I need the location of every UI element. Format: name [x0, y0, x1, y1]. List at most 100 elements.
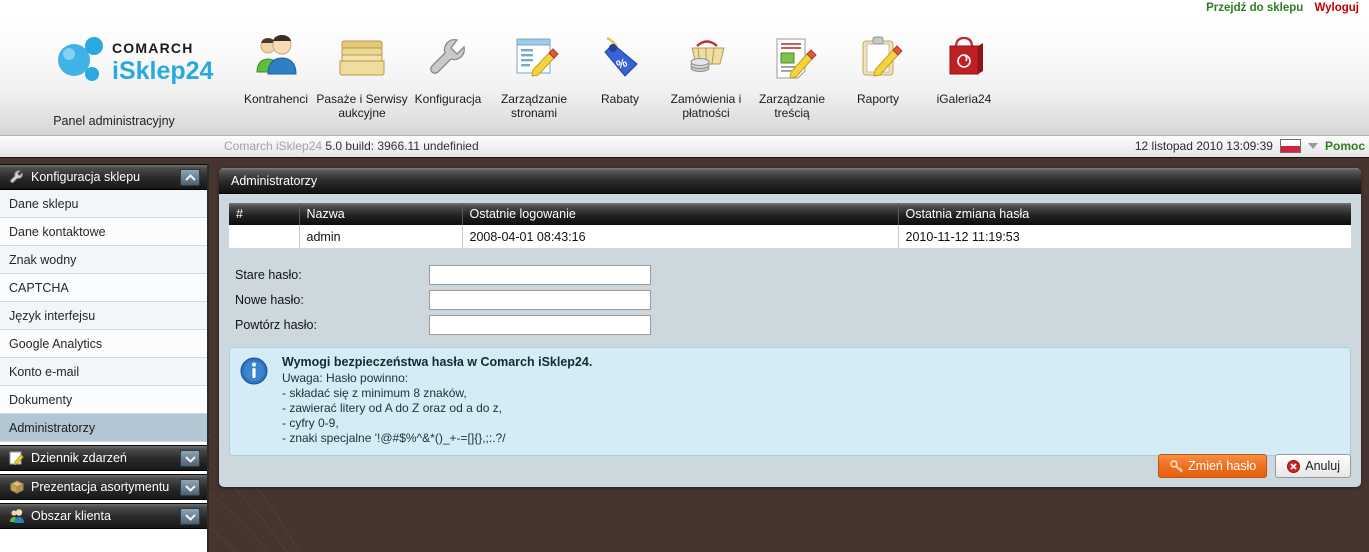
toolbar-item-zarzadzanie-trescia[interactable]: Zarządzanie treścią — [744, 28, 840, 120]
status-bar: Comarch iSklep24 5.0 build: 3966.11 unde… — [0, 136, 1369, 158]
current-datetime: 12 listopad 2010 13:09:39 — [1134, 139, 1273, 153]
users-icon — [6, 506, 28, 526]
sidebar-item-znak-wodny[interactable]: Znak wodny — [0, 246, 207, 274]
sidebar-item-label: Dane sklepu — [9, 197, 79, 211]
users-icon — [228, 28, 324, 86]
column-header-last-login[interactable]: Ostatnie logowanie — [462, 203, 899, 225]
sidebar-item-label: Konto e-mail — [9, 365, 80, 379]
column-header-name[interactable]: Nazwa — [299, 203, 463, 225]
discount-tag-icon: % — [572, 28, 668, 86]
cancel-button[interactable]: Anuluj — [1275, 454, 1351, 478]
toolbar-item-raporty[interactable]: Raporty — [830, 28, 926, 106]
form-row-repeat-password: Powtórz hasło: — [229, 312, 1351, 337]
app-name-label: Comarch iSklep24 — [224, 139, 323, 153]
top-utility-bar: Przejdź do sklepu Wyloguj — [0, 0, 1369, 18]
info-line-0: Uwaga: Hasło powinno: — [282, 371, 409, 385]
change-password-form: Stare hasło: Nowe hasło: Powtórz hasło: — [229, 262, 1351, 337]
basket-coins-icon — [658, 28, 754, 86]
app-version-info: Comarch iSklep24 5.0 build: 3966.11 unde… — [224, 139, 479, 153]
panel-action-buttons: Zmień hasło Anuluj — [1158, 454, 1351, 478]
sidebar-group-label: Konfiguracja sklepu — [31, 170, 141, 184]
toolbar-item-kontrahenci[interactable]: Kontrahenci — [228, 28, 324, 106]
status-right-group: 12 listopad 2010 13:09:39 Pomoc — [1135, 139, 1365, 153]
expand-icon[interactable] — [180, 450, 200, 467]
sidebar-item-label: Administratorzy — [9, 421, 96, 435]
old-password-input[interactable] — [429, 264, 651, 285]
table-header-row: # Nazwa Ostatnie logowanie Ostatnia zmia… — [229, 203, 1351, 225]
toolbar-item-pasaze-i-serwisy-aukcyjne[interactable]: Pasaże i Serwisy aukcyjne — [314, 28, 410, 120]
repeat-password-input[interactable] — [429, 314, 651, 335]
sidebar-item-captcha[interactable]: CAPTCHA — [0, 274, 207, 302]
sidebar-item-jezyk-interfejsu[interactable]: Język interfejsu — [0, 302, 207, 330]
app-header: COMARCH iSklep24 Panel administracyjny K… — [0, 18, 1369, 136]
toolbar-label: Zamówienia i płatności — [670, 92, 742, 120]
sidebar-group-obszar-klienta[interactable]: Obszar klienta — [0, 503, 207, 529]
panel-body: # Nazwa Ostatnie logowanie Ostatnia zmia… — [219, 194, 1361, 466]
column-header-last-password-change[interactable]: Ostatnia zmiana hasła — [898, 203, 1351, 225]
password-requirements-infobox: Wymogi bezpieczeństwa hasła w Comarch iS… — [229, 347, 1351, 456]
content-edit-icon — [744, 28, 840, 86]
administrators-table: # Nazwa Ostatnie logowanie Ostatnia zmia… — [229, 203, 1351, 248]
info-line-4: - znaki specjalne '!@#$%^&*()_+-=[]{},;:… — [282, 431, 506, 445]
sidebar-item-konto-e-mail[interactable]: Konto e-mail — [0, 358, 207, 386]
change-password-button-label: Zmień hasło — [1188, 459, 1257, 473]
page-title: Administratorzy — [219, 168, 1361, 194]
cell-last-login: 2008-04-01 08:43:16 — [462, 225, 899, 248]
toolbar-item-igaleria24[interactable]: iGaleria24 — [916, 28, 1012, 106]
expand-icon[interactable] — [180, 479, 200, 496]
cancel-icon — [1286, 459, 1300, 473]
form-row-old-password: Stare hasło: — [229, 262, 1351, 287]
sidebar-item-dane-kontaktowe[interactable]: Dane kontaktowe — [0, 218, 207, 246]
sidebar-item-dane-sklepu[interactable]: Dane sklepu — [0, 190, 207, 218]
sidebar-navigation: Konfiguracja sklepu Dane sklepu Dane kon… — [0, 164, 209, 552]
panel-subtitle: Panel administracyjny — [53, 114, 175, 128]
table-row[interactable]: admin 2008-04-01 08:43:16 2010-11-12 11:… — [229, 225, 1351, 248]
toolbar-label: Kontrahenci — [243, 92, 309, 106]
app-version-label: 5.0 build: 3966.11 undefinied — [325, 139, 479, 153]
new-password-label: Nowe hasło: — [235, 292, 304, 307]
repeat-password-label: Powtórz hasło: — [235, 317, 317, 332]
cell-index — [229, 225, 300, 248]
toolbar-label: Rabaty — [600, 92, 640, 106]
info-line-1: - składać się z minimum 8 znaków, — [282, 386, 467, 400]
expand-icon[interactable] — [180, 508, 200, 525]
key-icon — [1169, 459, 1183, 473]
new-password-input[interactable] — [429, 289, 651, 310]
sidebar-group-label: Prezentacja asortymentu — [31, 480, 170, 494]
sidebar-item-label: Język interfejsu — [9, 309, 96, 323]
toolbar-item-zarzadzanie-stronami[interactable]: Zarządzanie stronami — [486, 28, 582, 120]
sidebar-item-label: Dane kontaktowe — [9, 225, 106, 239]
logout-link[interactable]: Wyloguj — [1310, 2, 1363, 14]
notepad-icon — [6, 448, 28, 468]
folders-icon — [314, 28, 410, 86]
go-to-shop-link[interactable]: Przejdź do sklepu — [1202, 2, 1307, 14]
sidebar-item-dokumenty[interactable]: Dokumenty — [0, 386, 207, 414]
poland-flag-icon[interactable] — [1279, 139, 1301, 153]
sidebar-item-google-analytics[interactable]: Google Analytics — [0, 330, 207, 358]
change-password-button[interactable]: Zmień hasło — [1158, 454, 1268, 478]
sidebar-group-dziennik-zdarzen[interactable]: Dziennik zdarzeń — [0, 445, 207, 471]
cancel-button-label: Anuluj — [1305, 459, 1340, 473]
sidebar-item-label: Dokumenty — [9, 393, 73, 407]
sidebar-group-konfiguracja-sklepu[interactable]: Konfiguracja sklepu — [0, 164, 207, 190]
info-icon — [240, 355, 270, 446]
chevron-down-icon[interactable] — [1307, 143, 1318, 149]
old-password-label: Stare hasło: — [235, 267, 302, 282]
collapse-icon[interactable] — [180, 169, 200, 186]
administrators-panel: Administratorzy # Nazwa Ostatnie logowan… — [219, 168, 1361, 487]
column-header-index[interactable]: # — [229, 203, 300, 225]
wrench-icon — [6, 167, 28, 187]
toolbar-item-zamowienia-i-platnosci[interactable]: Zamówienia i płatności — [658, 28, 754, 120]
sidebar-item-label: Znak wodny — [9, 253, 77, 267]
svg-text:COMARCH: COMARCH — [112, 40, 194, 56]
toolbar-label: iGaleria24 — [936, 92, 992, 106]
toolbar-item-konfiguracja[interactable]: Konfiguracja — [400, 28, 496, 106]
comarch-isklep24-logo: COMARCH iSklep24 — [52, 34, 222, 90]
toolbar-label: Raporty — [856, 92, 900, 106]
toolbar-item-rabaty[interactable]: % Rabaty — [572, 28, 668, 106]
help-link[interactable]: Pomoc — [1325, 139, 1365, 153]
page-edit-icon — [486, 28, 582, 86]
sidebar-item-administratorzy[interactable]: Administratorzy — [0, 414, 207, 442]
form-row-new-password: Nowe hasło: — [229, 287, 1351, 312]
sidebar-group-prezentacja-asortymentu[interactable]: Prezentacja asortymentu — [0, 474, 207, 500]
